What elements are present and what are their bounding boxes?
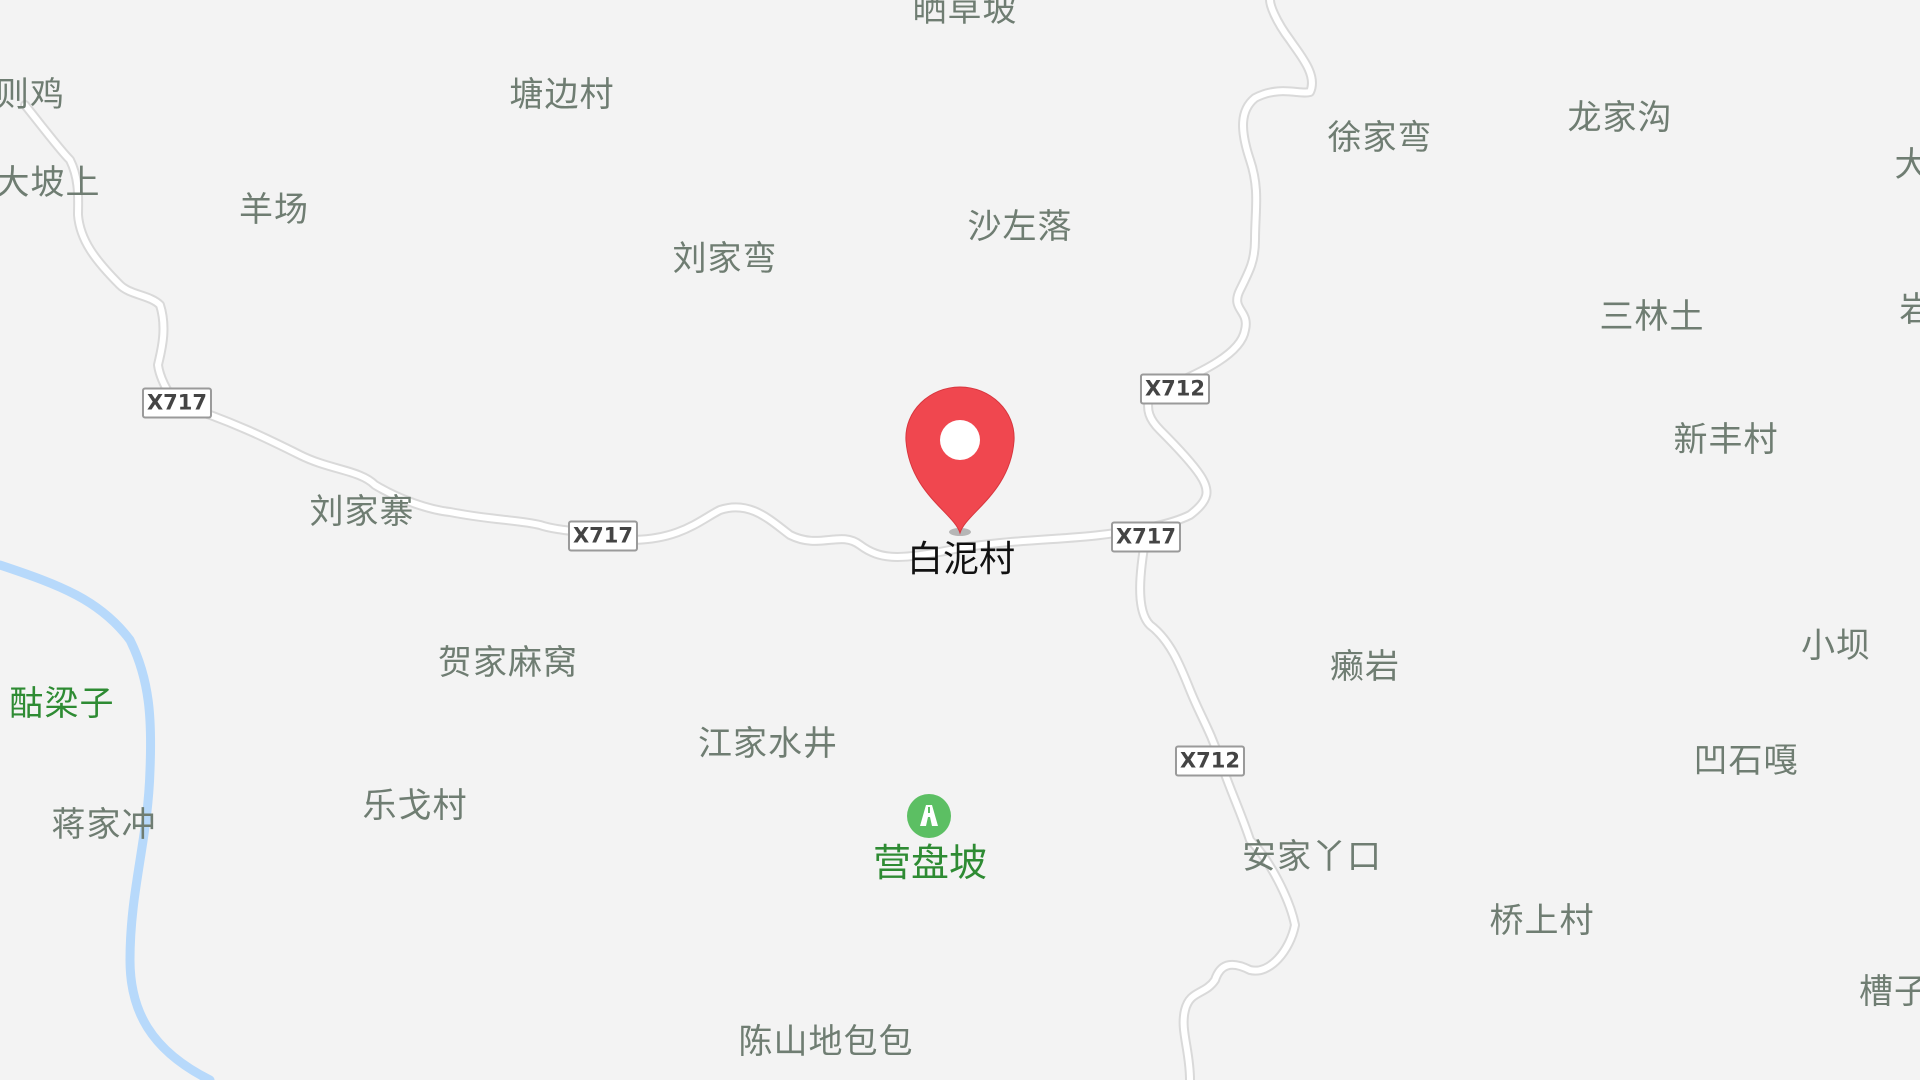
place-label-anjiayakou[interactable]: 安家丫口 [1242, 840, 1382, 874]
place-label-shaicaopo[interactable]: 晒草坡 [913, 0, 1018, 27]
place-label-xujiawan[interactable]: 徐家弯 [1328, 121, 1433, 155]
road-shield-x717: X717 [1110, 521, 1182, 553]
location-pin-icon[interactable] [900, 383, 1020, 541]
marker-label[interactable]: 白泥村 [907, 542, 1015, 578]
place-label-xiaoba[interactable]: 小坝 [1801, 629, 1871, 663]
place-label-xinfengcun[interactable]: 新丰村 [1674, 423, 1779, 457]
place-label-qiaoshangcun[interactable]: 桥上村 [1490, 904, 1595, 938]
place-label-tangbiancun[interactable]: 塘边村 [510, 78, 615, 112]
place-label-yan-right[interactable]: 岩 [1900, 293, 1920, 327]
place-label-da-right[interactable]: 大 [1895, 148, 1920, 182]
place-label-jiangjiachong[interactable]: 蒋家冲 [52, 808, 157, 842]
place-label-liangzi[interactable]: 酤梁子 [10, 687, 115, 721]
poi-label[interactable]: 营盘坡 [873, 844, 987, 882]
road-shield-x717: X717 [141, 387, 213, 419]
place-label-sanlintu[interactable]: 三林土 [1600, 300, 1705, 334]
place-label-yangchang[interactable]: 羊场 [239, 193, 309, 227]
place-label-longjiagou[interactable]: 龙家沟 [1568, 101, 1673, 135]
place-label-laiyan[interactable]: 癞岩 [1330, 650, 1400, 684]
place-label-cao[interactable]: 槽子 [1859, 975, 1920, 1009]
map-canvas[interactable]: 晒草坡 则鸡 塘边村 徐家弯 龙家沟 大坡上 羊场 沙左落 刘家弯 三林土 新丰… [0, 0, 1920, 1080]
place-label-chenshandibaobao[interactable]: 陈山地包包 [739, 1025, 914, 1059]
place-label-jiangjiashuijing[interactable]: 江家水井 [698, 727, 838, 761]
place-label-legecun[interactable]: 乐戈村 [363, 789, 468, 823]
place-label-liujiazhai[interactable]: 刘家寨 [310, 495, 415, 529]
road-shield-x712: X712 [1174, 745, 1246, 777]
place-label-hejiamawo[interactable]: 贺家麻窝 [438, 646, 578, 680]
road-shield-x717: X717 [567, 520, 639, 552]
place-label-zeji[interactable]: 则鸡 [0, 78, 65, 112]
place-label-shazuoluo[interactable]: 沙左落 [968, 210, 1073, 244]
place-label-dapoushang[interactable]: 大坡上 [0, 166, 101, 200]
place-label-aoshiga[interactable]: 凹石嘎 [1694, 744, 1799, 778]
road-shield-x712: X712 [1139, 373, 1211, 405]
place-label-liujiawan[interactable]: 刘家弯 [673, 242, 778, 276]
mountain-pass-icon[interactable] [906, 793, 952, 839]
